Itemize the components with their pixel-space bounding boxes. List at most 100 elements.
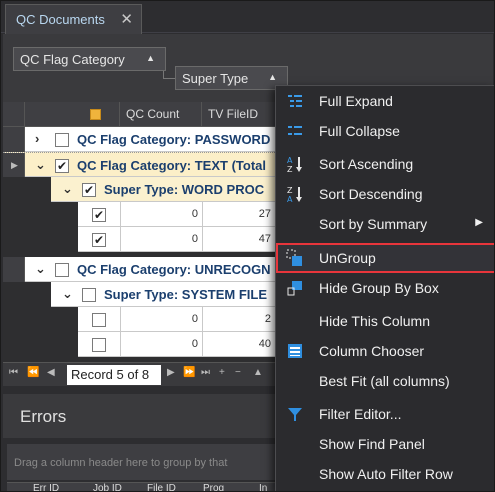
group-header-qc-flag-category[interactable]: QC Flag Category ▲ <box>13 47 166 71</box>
column-header-qc-count[interactable]: QC Count <box>120 102 202 127</box>
delete-record-icon[interactable]: − <box>235 367 241 378</box>
menu-item-label: Show Find Panel <box>319 436 425 452</box>
group-row[interactable]: › QC Flag Category: PASSWORD <box>3 127 303 152</box>
collapse-icon[interactable]: ⌄ <box>62 286 73 302</box>
errors-group-panel[interactable]: Drag a column header here to group by th… <box>7 444 299 480</box>
group-indent <box>3 202 78 227</box>
column-header-file-id[interactable]: File ID <box>147 483 176 491</box>
menu-item-ungroup[interactable]: UnGroup <box>276 243 494 273</box>
menu-item-label: UnGroup <box>319 250 376 266</box>
menu-item-sort-ascending[interactable]: A Z Sort Ascending <box>276 149 494 179</box>
menu-item-filter-editor[interactable]: Filter Editor... <box>276 399 494 429</box>
tv-fileid-cell[interactable]: 47 <box>202 227 275 252</box>
group-connector <box>163 71 175 79</box>
row-checkbox[interactable]: ✔ <box>92 208 106 222</box>
menu-item-full-collapse[interactable]: Full Collapse <box>276 116 494 146</box>
menu-item-label: Column Chooser <box>319 343 425 359</box>
row-checkbox[interactable]: ✔ <box>82 183 96 197</box>
menu-item-best-fit[interactable]: Best Fit (all columns) <box>276 366 494 396</box>
data-row[interactable]: ✔ 0 47 <box>3 227 303 252</box>
grid-header: QC Count TV FileID <box>3 102 303 127</box>
column-chooser-icon <box>288 344 302 358</box>
select-all-checkbox[interactable] <box>90 109 101 120</box>
tv-fileid-cell[interactable]: 27 <box>202 202 275 227</box>
menu-item-full-expand[interactable]: Full Expand <box>276 86 494 116</box>
ungroup-icon <box>286 249 302 266</box>
group-header-super-type[interactable]: Super Type ▲ <box>175 66 288 90</box>
menu-item-label: Hide This Column <box>319 313 431 329</box>
header-select-all[interactable] <box>25 102 120 127</box>
row-checkbox[interactable] <box>92 313 106 327</box>
menu-item-label: Sort Ascending <box>319 156 414 172</box>
svg-text:A: A <box>287 195 293 203</box>
menu-item-column-chooser[interactable]: Column Chooser <box>276 336 494 366</box>
group-indent <box>3 177 51 202</box>
menu-item-label: Filter Editor... <box>319 406 402 422</box>
menu-item-hide-group-by-box[interactable]: Hide Group By Box <box>276 273 494 303</box>
filter-icon <box>288 408 302 421</box>
qc-count-cell[interactable]: 0 <box>120 202 202 227</box>
grid-context-menu: Full Expand Full Collapse A Z Sort Ascen… <box>275 85 494 491</box>
scroll-up-icon[interactable]: ▲ <box>253 367 263 378</box>
menu-item-hide-this-column[interactable]: Hide This Column <box>276 306 494 336</box>
group-row-label: QC Flag Category: TEXT (Total <box>77 158 266 173</box>
hide-group-box-icon <box>287 281 302 296</box>
row-indicator <box>3 127 25 152</box>
column-header-in[interactable]: In <box>259 483 267 491</box>
add-record-icon[interactable]: + <box>219 367 225 378</box>
next-page-icon[interactable]: ⏩ <box>183 367 195 378</box>
data-navigator: ⏮ ⏪ ◀ Record 5 of 8 ▶ ⏩ ⏭ + − ▲ <box>3 362 303 386</box>
first-record-icon[interactable]: ⏮ <box>9 367 18 378</box>
data-row[interactable]: 0 2 <box>3 307 303 332</box>
group-row[interactable]: ⌄ QC Flag Category: UNRECOGN <box>3 257 303 282</box>
subgroup-row-label: Super Type: SYSTEM FILE <box>104 287 268 302</box>
row-checkbox[interactable] <box>92 338 106 352</box>
column-header-err-id[interactable]: Err ID <box>33 483 59 491</box>
row-checkbox[interactable]: ✔ <box>92 233 106 247</box>
errors-panel: Errors Drag a column header here to grou… <box>3 394 303 491</box>
data-row[interactable]: ✔ 0 27 <box>3 202 303 227</box>
menu-item-show-find-panel[interactable]: Show Find Panel <box>276 429 494 459</box>
data-row[interactable]: 0 40 <box>3 332 303 357</box>
collapse-icon[interactable]: ⌄ <box>62 181 73 197</box>
menu-item-label: Hide Group By Box <box>319 280 439 296</box>
menu-item-show-auto-filter-row[interactable]: Show Auto Filter Row <box>276 459 494 489</box>
subgroup-row[interactable]: ⌄ Super Type: SYSTEM FILE <box>3 282 303 307</box>
tv-fileid-cell[interactable]: 2 <box>202 307 275 332</box>
menu-item-sort-descending[interactable]: Z A Sort Descending <box>276 179 494 209</box>
qc-count-cell[interactable]: 0 <box>120 307 202 332</box>
column-header-job-id[interactable]: Job ID <box>93 483 122 491</box>
group-row-label: QC Flag Category: PASSWORD <box>77 132 271 147</box>
collapse-icon[interactable]: ⌄ <box>35 157 46 173</box>
prev-page-icon[interactable]: ⏪ <box>27 367 39 378</box>
column-header-prog[interactable]: Prog <box>203 483 224 491</box>
expand-icon[interactable]: › <box>35 131 39 146</box>
subgroup-row[interactable]: ⌄ ✔ Super Type: WORD PROC <box>3 177 303 202</box>
group-header-label: QC Flag Category <box>20 52 125 67</box>
sort-up-icon: ▲ <box>146 53 155 63</box>
submenu-arrow-icon: ▶ <box>475 217 483 228</box>
tab-title: QC Documents <box>16 12 105 27</box>
next-record-icon[interactable]: ▶ <box>167 367 175 378</box>
close-icon[interactable]: ✕ <box>120 10 133 28</box>
qc-count-cell[interactable]: 0 <box>120 227 202 252</box>
group-row[interactable]: ▶ ⌄ ✔ QC Flag Category: TEXT (Total <box>3 152 303 178</box>
menu-item-sort-by-summary[interactable]: Sort by Summary ▶ <box>276 209 494 239</box>
row-indicator <box>3 257 25 282</box>
qc-count-cell[interactable]: 0 <box>120 332 202 357</box>
group-indent <box>3 332 78 357</box>
collapse-icon[interactable]: ⌄ <box>35 261 46 277</box>
group-indent <box>3 282 51 307</box>
row-checkbox[interactable] <box>55 133 69 147</box>
tab-qc-documents[interactable]: QC Documents ✕ <box>5 4 142 34</box>
tv-fileid-cell[interactable]: 40 <box>202 332 275 357</box>
row-checkbox[interactable] <box>82 288 96 302</box>
sort-descending-icon: Z A <box>287 186 302 203</box>
prev-record-icon[interactable]: ◀ <box>47 367 55 378</box>
menu-item-label: Full Collapse <box>319 123 400 139</box>
group-indent <box>3 227 78 252</box>
last-record-icon[interactable]: ⏭ <box>201 367 210 378</box>
row-checkbox[interactable]: ✔ <box>55 159 69 173</box>
svg-text:Z: Z <box>287 165 293 173</box>
row-checkbox[interactable] <box>55 263 69 277</box>
